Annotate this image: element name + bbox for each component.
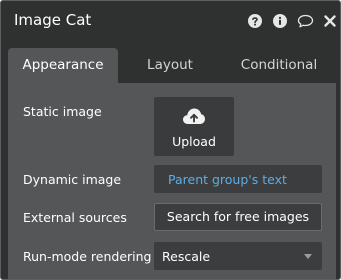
dynamic-image-value: Parent group's text [168, 172, 287, 187]
upload-button[interactable]: Upload [154, 97, 234, 156]
help-icon[interactable] [248, 14, 262, 28]
info-icon[interactable] [273, 14, 287, 28]
dynamic-image-label: Dynamic image [23, 172, 122, 187]
tab-conditional[interactable]: Conditional [223, 48, 335, 83]
upload-cloud-icon [182, 107, 206, 125]
dynamic-image-field[interactable]: Parent group's text [154, 165, 322, 193]
static-image-label: Static image [23, 104, 102, 119]
panel-title: Image Cat [14, 11, 92, 29]
tab-bar: Appearance Layout Conditional [1, 48, 340, 83]
upload-button-label: Upload [172, 134, 216, 149]
panel-header: Image Cat [1, 1, 340, 41]
run-mode-rendering-dropdown[interactable]: Rescale [154, 242, 322, 270]
tab-layout[interactable]: Layout [119, 48, 221, 83]
chevron-down-icon [304, 254, 312, 259]
search-free-images-button[interactable]: Search for free images [154, 203, 322, 231]
comment-icon[interactable] [297, 14, 314, 28]
external-sources-label: External sources [23, 210, 127, 225]
run-mode-rendering-label: Run-mode rendering [23, 249, 152, 264]
property-editor-panel: Image Cat Appearance Layout Conditional … [0, 0, 341, 280]
close-icon[interactable] [323, 14, 337, 28]
run-mode-rendering-value: Rescale [162, 249, 211, 264]
tab-appearance[interactable]: Appearance [8, 48, 118, 83]
appearance-tab-content: Static image Upload Dynamic image Parent… [8, 83, 336, 279]
